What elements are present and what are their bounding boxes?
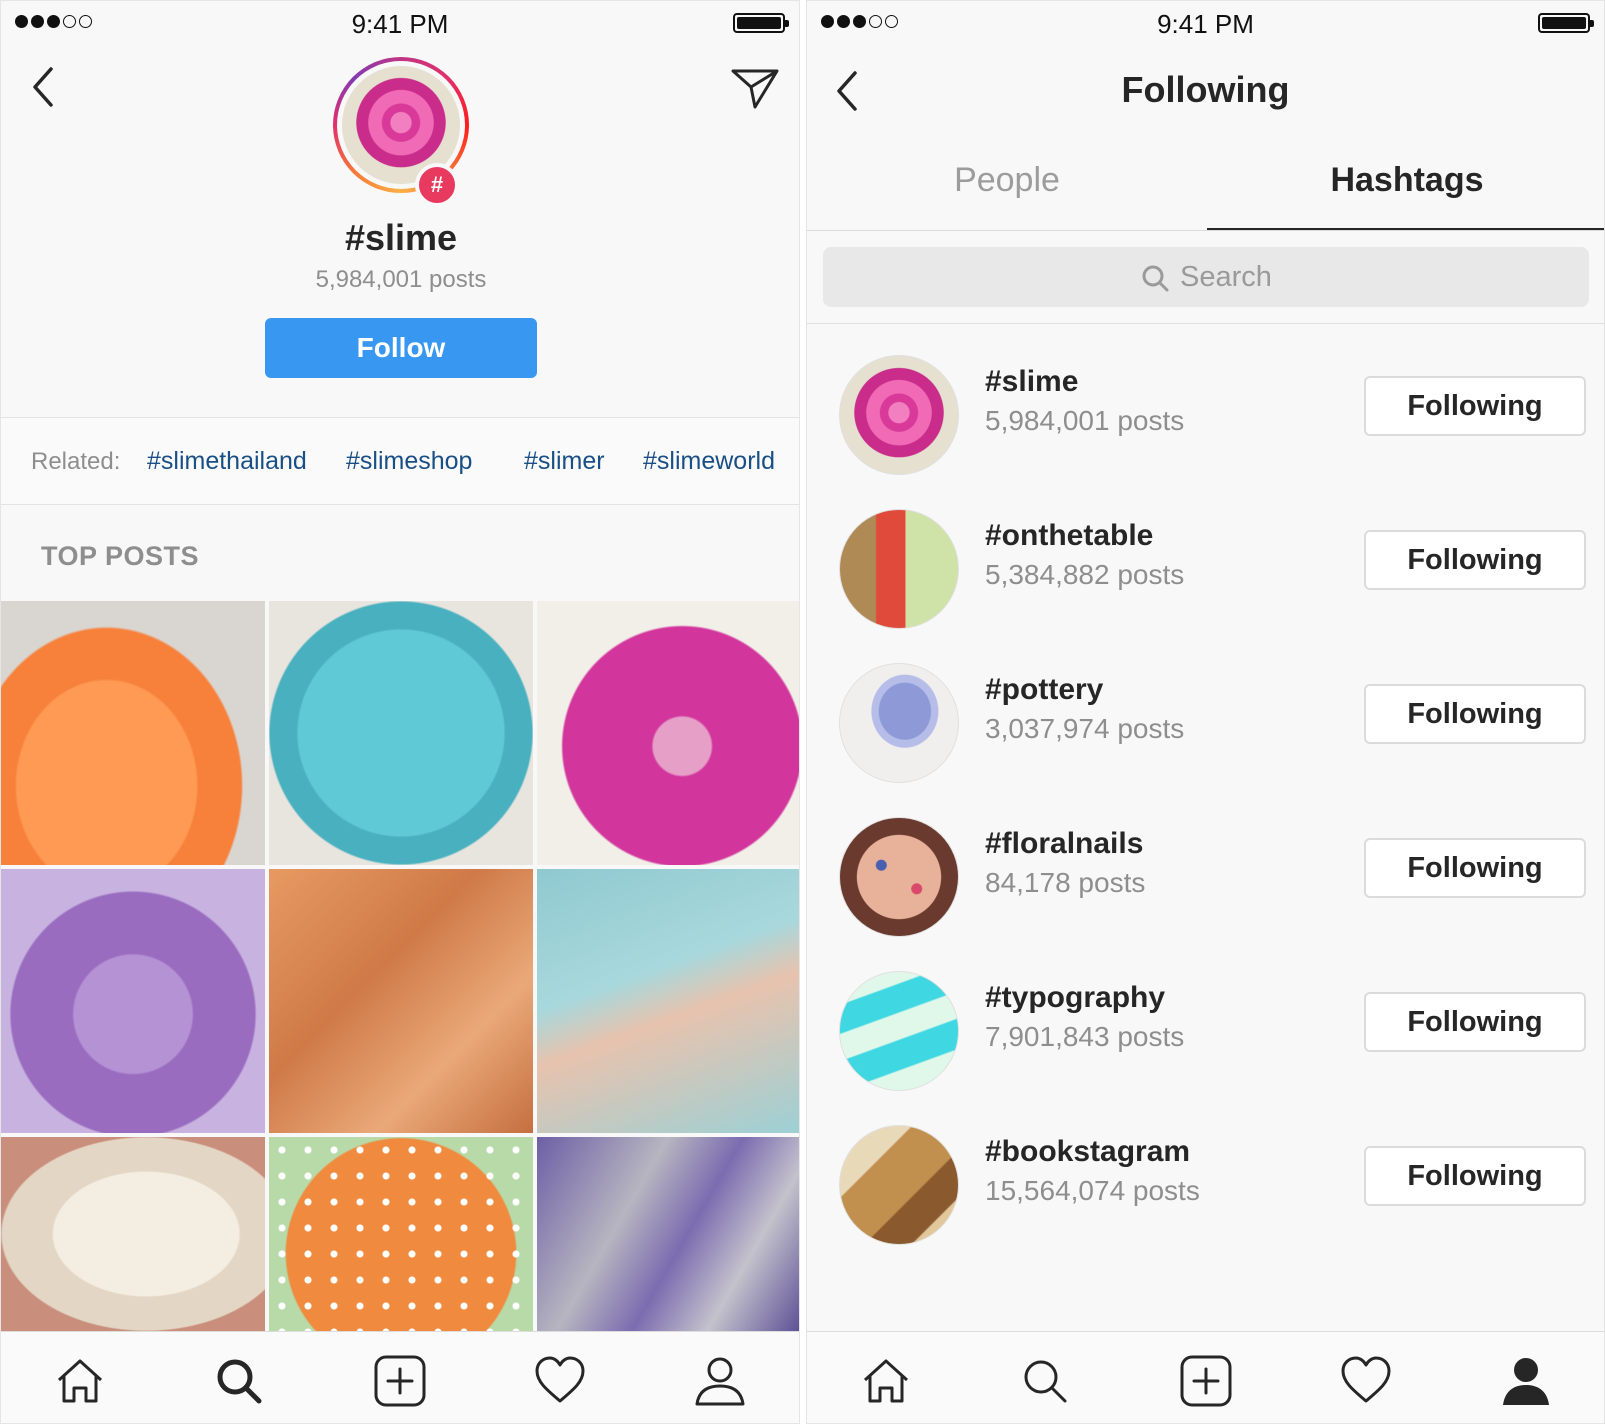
bottom-tab-bar	[1, 1331, 799, 1423]
post-thumbnail[interactable]	[269, 1137, 533, 1331]
hashtag-name: #bookstagram	[985, 1135, 1191, 1168]
search-icon	[1142, 265, 1169, 291]
list-item[interactable]: #typography 7,901,843 posts Following	[807, 941, 1604, 1095]
hashtag-post-count: 5,984,001 posts	[315, 266, 487, 293]
hashtag-avatar	[839, 355, 959, 475]
hashtag-name: #slime	[985, 365, 1079, 398]
status-time: 9:41 PM	[351, 9, 449, 39]
post-thumbnail[interactable]	[1, 1137, 265, 1331]
hashtag-post-count: 5,384,882 posts	[985, 559, 1185, 590]
hashtag-post-count: 3,037,974 posts	[985, 713, 1185, 744]
status-time: 9:41 PM	[1157, 9, 1254, 39]
hashtag-post-count: 5,984,001 posts	[985, 405, 1185, 436]
add-icon[interactable]	[1179, 1354, 1233, 1408]
post-thumbnail[interactable]	[1, 601, 265, 865]
hashtag-badge-icon: #	[415, 163, 459, 207]
list-item[interactable]: #pottery 3,037,974 posts Following	[807, 633, 1604, 787]
search-placeholder: Search	[1180, 261, 1272, 293]
post-thumbnail[interactable]	[537, 601, 799, 865]
related-hashtags-bar: Related: #slimethailand #slimeshop #slim…	[1, 417, 799, 505]
follow-button[interactable]: Follow	[265, 318, 537, 378]
divider	[807, 323, 1604, 324]
battery-icon	[1538, 13, 1594, 33]
top-posts-grid	[1, 601, 799, 1331]
hashtag-avatar	[839, 1125, 959, 1245]
hashtag-page-screen: 9:41 PM # #slime 5,984,001 posts Follow …	[0, 0, 800, 1424]
list-item[interactable]: #bookstagram 15,564,074 posts Following	[807, 1095, 1604, 1249]
following-hashtags-screen: 9:41 PM Following People Hashtags Search…	[806, 0, 1605, 1424]
hashtag-avatar	[839, 509, 959, 629]
send-icon[interactable]	[729, 65, 781, 113]
hashtag-name: #pottery	[985, 673, 1104, 706]
hashtag-post-count: 7,901,843 posts	[985, 1021, 1185, 1052]
related-label: Related:	[31, 448, 121, 475]
related-tag-link[interactable]: #slimer	[524, 447, 605, 476]
profile-icon[interactable]	[693, 1354, 747, 1408]
tab-people[interactable]: People	[807, 161, 1207, 200]
list-item[interactable]: #onthetable 5,384,882 posts Following	[807, 479, 1604, 633]
hashtag-avatar	[839, 817, 959, 937]
search-icon[interactable]	[1018, 1354, 1072, 1408]
hashtag-name: #floralnails	[985, 827, 1144, 860]
hashtag-name: #typography	[985, 981, 1166, 1014]
home-icon[interactable]	[53, 1354, 107, 1408]
hashtag-avatar	[839, 971, 959, 1091]
profile-icon[interactable]	[1499, 1354, 1553, 1408]
following-button[interactable]: Following	[1364, 684, 1586, 744]
following-button[interactable]: Following	[1364, 530, 1586, 590]
following-button[interactable]: Following	[1364, 838, 1586, 898]
status-bar: 9:41 PM	[807, 1, 1604, 47]
post-thumbnail[interactable]	[537, 869, 799, 1133]
back-icon[interactable]	[27, 63, 61, 111]
related-tag-link[interactable]: #slimeworld	[643, 447, 775, 476]
tab-hashtags[interactable]: Hashtags	[1207, 161, 1604, 200]
heart-icon[interactable]	[533, 1354, 587, 1408]
post-thumbnail[interactable]	[537, 1137, 799, 1331]
following-button[interactable]: Following	[1364, 376, 1586, 436]
search-input[interactable]: Search	[823, 247, 1589, 307]
tabs-divider	[807, 230, 1604, 231]
home-icon[interactable]	[859, 1354, 913, 1408]
related-tag-link[interactable]: #slimeshop	[346, 447, 472, 476]
active-tab-indicator	[1207, 228, 1604, 230]
following-button[interactable]: Following	[1364, 1146, 1586, 1206]
related-tag-link[interactable]: #slimethailand	[147, 447, 307, 476]
battery-icon	[733, 13, 789, 33]
post-thumbnail[interactable]	[269, 869, 533, 1133]
top-posts-heading: TOP POSTS	[41, 541, 200, 571]
list-item[interactable]: #slime 5,984,001 posts Following	[807, 325, 1604, 479]
status-bar: 9:41 PM	[1, 1, 799, 47]
page-title: Following	[1121, 69, 1290, 110]
list-item[interactable]: #floralnails 84,178 posts Following	[807, 787, 1604, 941]
post-thumbnail[interactable]	[269, 601, 533, 865]
hashtag-title: #slime	[344, 217, 458, 258]
search-icon[interactable]	[212, 1354, 266, 1408]
hashtag-post-count: 84,178 posts	[985, 867, 1146, 898]
hashtag-avatar	[839, 663, 959, 783]
heart-icon[interactable]	[1339, 1354, 1393, 1408]
add-icon[interactable]	[373, 1354, 427, 1408]
post-thumbnail[interactable]	[1, 869, 265, 1133]
hashtag-name: #onthetable	[985, 519, 1154, 552]
bottom-tab-bar	[807, 1331, 1604, 1423]
following-button[interactable]: Following	[1364, 992, 1586, 1052]
hashtag-post-count: 15,564,074 posts	[985, 1175, 1200, 1206]
